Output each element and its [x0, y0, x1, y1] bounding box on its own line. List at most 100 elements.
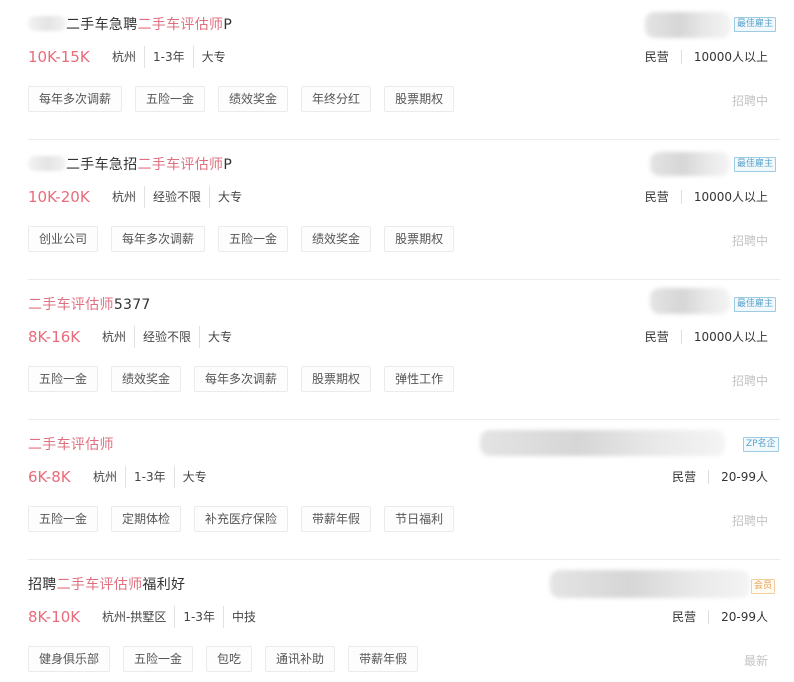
- separator: [680, 330, 682, 344]
- job-requirements: 杭州 经验不限 大专: [112, 186, 250, 208]
- company-name-blurred[interactable]: [645, 12, 731, 38]
- blurred-text: [28, 156, 66, 171]
- benefit-tag: 每年多次调薪: [28, 86, 123, 112]
- benefit-tags: 创业公司 每年多次调薪 五险一金 绩效奖金 股票期权: [28, 226, 467, 252]
- education: 大专: [218, 190, 243, 204]
- company-size: 10000人以上: [693, 330, 768, 344]
- benefit-tag: 绩效奖金: [301, 226, 372, 252]
- education: 大专: [201, 50, 226, 64]
- location: 杭州: [112, 46, 146, 68]
- company-name-blurred[interactable]: [550, 570, 750, 598]
- benefit-tag: 五险一金: [218, 226, 289, 252]
- location: 杭州-拱墅区: [102, 606, 176, 628]
- location: 杭州: [93, 466, 127, 488]
- benefit-tag: 五险一金: [28, 366, 99, 392]
- best-employer-badge: 最佳雇主: [734, 17, 777, 32]
- experience: 经验不限: [135, 326, 201, 348]
- benefit-tag: 每年多次调薪: [111, 226, 206, 252]
- benefit-tag: 健身俱乐部: [28, 646, 111, 672]
- benefit-tag: 带薪年假: [348, 646, 419, 672]
- experience: 1-3年: [126, 466, 175, 488]
- benefit-tag: 绩效奖金: [111, 366, 182, 392]
- company-size: 20-99人: [721, 610, 768, 624]
- hiring-status: 最新: [743, 654, 768, 668]
- benefit-tag: 包吃: [206, 646, 253, 672]
- job-listing[interactable]: 二手车急招二手车评估师P 10K-20K 杭州 经验不限 大专 创业公司 每年多…: [0, 140, 794, 280]
- benefit-tag: 通讯补助: [265, 646, 336, 672]
- separator: [680, 50, 682, 64]
- separator: [708, 470, 710, 484]
- benefit-tags: 每年多次调薪 五险一金 绩效奖金 年终分红 股票期权: [28, 86, 467, 112]
- hiring-status: 招聘中: [731, 234, 768, 248]
- job-listing[interactable]: 二手车评估师5377 8K-16K 杭州 经验不限 大专 五险一金 绩效奖金 每…: [0, 280, 794, 420]
- education: 大专: [208, 330, 233, 344]
- hiring-status: 招聘中: [731, 374, 768, 388]
- company-type: 民营: [672, 610, 697, 624]
- separator: [680, 190, 682, 204]
- education: 大专: [182, 470, 207, 484]
- job-listing[interactable]: 二手车急聘二手车评估师P 10K-15K 杭州 1-3年 大专 每年多次调薪 五…: [0, 0, 794, 140]
- benefit-tag: 股票期权: [301, 366, 372, 392]
- benefit-tag: 年终分红: [301, 86, 372, 112]
- company-info: 民营 10000人以上: [645, 46, 768, 68]
- company-info: 民营 20-99人: [672, 466, 768, 488]
- salary: 10K-15K: [28, 48, 90, 66]
- benefit-tag: 创业公司: [28, 226, 99, 252]
- company-name-blurred[interactable]: [650, 288, 730, 314]
- job-listing[interactable]: 招聘二手车评估师福利好 8K-10K 杭州-拱墅区 1-3年 中技 健身俱乐部 …: [0, 560, 794, 682]
- salary: 6K-8K: [28, 468, 71, 486]
- benefit-tag: 五险一金: [135, 86, 206, 112]
- benefit-tag: 绩效奖金: [218, 86, 289, 112]
- job-title[interactable]: 招聘二手车评估师福利好: [28, 574, 185, 594]
- benefit-tag: 股票期权: [384, 226, 455, 252]
- job-requirements: 杭州 1-3年 大专: [112, 46, 234, 68]
- salary: 10K-20K: [28, 188, 90, 206]
- hiring-status: 招聘中: [731, 514, 768, 528]
- member-badge: 会员: [751, 579, 776, 594]
- benefit-tag: 节日福利: [384, 506, 455, 532]
- location: 杭州: [112, 186, 146, 208]
- blurred-text: [28, 16, 66, 31]
- location: 杭州: [102, 326, 136, 348]
- best-employer-badge: 最佳雇主: [734, 297, 777, 312]
- salary: 8K-10K: [28, 608, 81, 626]
- salary: 8K-16K: [28, 328, 81, 346]
- benefit-tag: 弹性工作: [384, 366, 455, 392]
- job-title[interactable]: 二手车评估师: [28, 434, 114, 454]
- job-listing[interactable]: 二手车评估师 6K-8K 杭州 1-3年 大专 五险一金 定期体检 补充医疗保险…: [0, 420, 794, 560]
- company-size: 10000人以上: [693, 190, 768, 204]
- benefit-tag: 补充医疗保险: [194, 506, 289, 532]
- company-info: 民营 10000人以上: [645, 186, 768, 208]
- experience: 1-3年: [175, 606, 224, 628]
- benefit-tag: 带薪年假: [301, 506, 372, 532]
- company-size: 20-99人: [721, 470, 768, 484]
- top-company-badge: ZP名企: [743, 437, 779, 452]
- job-title[interactable]: 二手车急聘二手车评估师P: [28, 14, 232, 34]
- experience: 经验不限: [145, 186, 211, 208]
- experience: 1-3年: [145, 46, 194, 68]
- benefit-tag: 每年多次调薪: [194, 366, 289, 392]
- benefit-tags: 健身俱乐部 五险一金 包吃 通讯补助 带薪年假: [28, 646, 431, 672]
- job-requirements: 杭州 1-3年 大专: [93, 466, 215, 488]
- benefit-tag: 五险一金: [123, 646, 194, 672]
- education: 中技: [231, 610, 256, 624]
- separator: [708, 610, 710, 624]
- benefit-tag: 股票期权: [384, 86, 455, 112]
- company-info: 民营 20-99人: [672, 606, 768, 628]
- company-name-blurred[interactable]: [650, 152, 730, 176]
- company-type: 民营: [644, 330, 669, 344]
- benefit-tag: 五险一金: [28, 506, 99, 532]
- benefit-tag: 定期体检: [111, 506, 182, 532]
- hiring-status: 招聘中: [731, 94, 768, 108]
- benefit-tags: 五险一金 定期体检 补充医疗保险 带薪年假 节日福利: [28, 506, 467, 532]
- company-type: 民营: [644, 190, 669, 204]
- company-type: 民营: [644, 50, 669, 64]
- job-title[interactable]: 二手车评估师5377: [28, 294, 151, 314]
- company-name-blurred[interactable]: [480, 430, 725, 456]
- company-info: 民营 10000人以上: [645, 326, 768, 348]
- job-requirements: 杭州-拱墅区 1-3年 中技: [102, 606, 264, 628]
- job-title[interactable]: 二手车急招二手车评估师P: [28, 154, 232, 174]
- company-size: 10000人以上: [693, 50, 768, 64]
- benefit-tags: 五险一金 绩效奖金 每年多次调薪 股票期权 弹性工作: [28, 366, 467, 392]
- best-employer-badge: 最佳雇主: [734, 157, 777, 172]
